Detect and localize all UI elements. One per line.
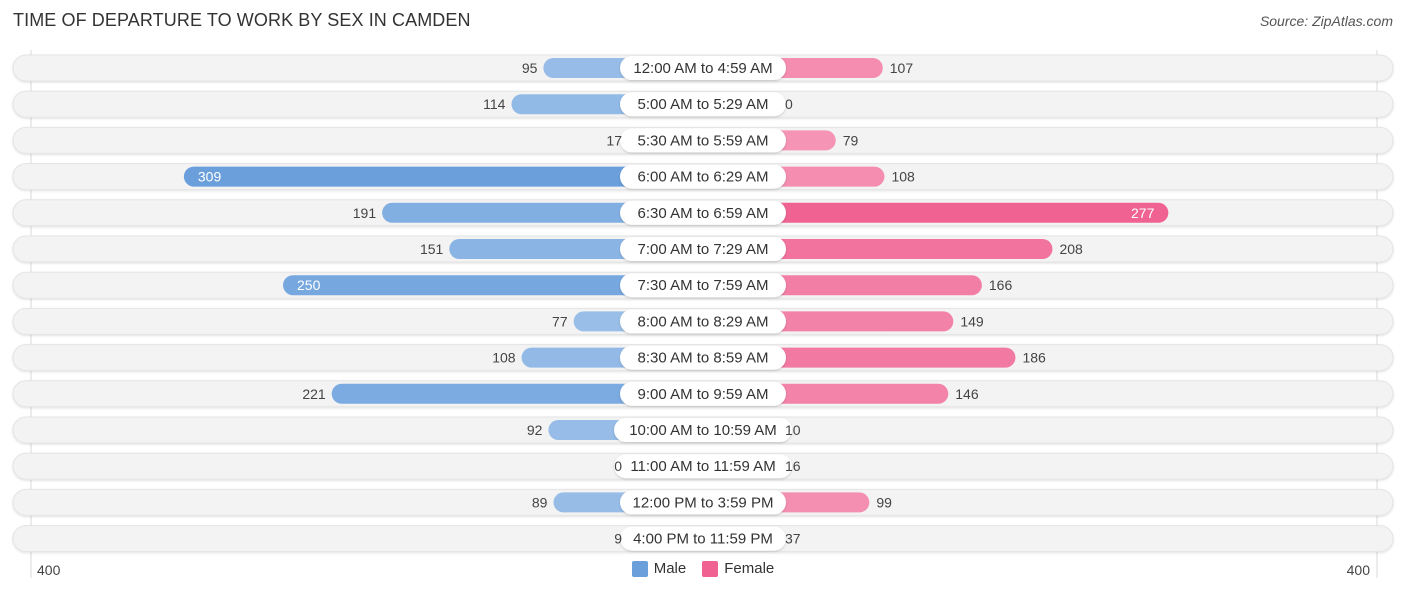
- legend-item-male[interactable]: Male: [631, 560, 687, 577]
- value-label-male: 191: [353, 205, 377, 221]
- chart-row: 12:00 AM to 4:59 AM 95 107: [12, 54, 1394, 82]
- legend-label-female: Female: [724, 560, 775, 577]
- chart-row: 5:00 AM to 5:29 AM 114 0: [12, 90, 1394, 118]
- value-label-male: 9: [614, 531, 622, 547]
- legend-label-male: Male: [653, 560, 687, 577]
- category-label: 4:00 PM to 11:59 PM: [633, 531, 773, 548]
- value-label-female: 186: [1022, 350, 1046, 366]
- category-label: 6:30 AM to 6:59 AM: [638, 205, 769, 222]
- value-label-male: 221: [302, 386, 326, 402]
- value-label-female: 107: [890, 60, 914, 76]
- value-label-male: 309: [198, 169, 222, 185]
- chart-row: 8:30 AM to 8:59 AM 108 186: [12, 344, 1394, 372]
- value-label-male: 89: [532, 494, 548, 510]
- value-label-male: 0: [614, 458, 622, 474]
- category-label: 12:00 AM to 4:59 AM: [633, 60, 772, 77]
- chart-row: 6:00 AM to 6:29 AM 309 108: [12, 163, 1394, 191]
- category-label: 9:00 AM to 9:59 AM: [638, 386, 769, 403]
- chart-canvas: 12:00 AM to 4:59 AM 95 107 5:00 AM to 5:29 …: [12, 50, 1394, 578]
- value-label-male: 95: [522, 60, 538, 76]
- chart-row: 10:00 AM to 10:59 AM 92 10: [12, 416, 1394, 444]
- category-label: 5:00 AM to 5:29 AM: [638, 96, 769, 113]
- value-label-female: 37: [785, 531, 801, 547]
- chart-row: 7:30 AM to 7:59 AM 250 166: [12, 271, 1394, 299]
- category-label: 6:00 AM to 6:29 AM: [638, 169, 769, 186]
- chart-row: 5:30 AM to 5:59 AM 17 79: [12, 126, 1394, 154]
- value-label-male: 108: [492, 350, 516, 366]
- chart-row: 6:30 AM to 6:59 AM 191 277: [12, 199, 1394, 227]
- category-label: 8:00 AM to 8:29 AM: [638, 313, 769, 330]
- value-label-female: 79: [843, 132, 859, 148]
- category-label: 10:00 AM to 10:59 AM: [629, 422, 777, 439]
- value-label-male: 151: [420, 241, 444, 257]
- chart-row: 4:00 PM to 11:59 PM 9 37: [12, 525, 1394, 553]
- chart-row: 12:00 PM to 3:59 PM 89 99: [12, 488, 1394, 516]
- value-label-female: 16: [785, 458, 801, 474]
- value-label-female: 166: [989, 277, 1013, 293]
- value-label-female: 277: [1131, 205, 1155, 221]
- chart-row: 11:00 AM to 11:59 AM 0 16: [12, 452, 1394, 480]
- category-label: 12:00 PM to 3:59 PM: [633, 494, 774, 511]
- category-label: 7:00 AM to 7:29 AM: [638, 241, 769, 258]
- chart-row: 7:00 AM to 7:29 AM 151 208: [12, 235, 1394, 263]
- legend-swatch-male: [631, 560, 648, 577]
- value-label-female: 0: [785, 96, 793, 112]
- legend: Male Female: [0, 560, 1406, 577]
- value-label-female: 99: [876, 494, 892, 510]
- value-label-male: 114: [483, 96, 506, 112]
- value-label-male: 250: [297, 277, 321, 293]
- chart-row: 8:00 AM to 8:29 AM 77 149: [12, 307, 1394, 335]
- value-label-female: 146: [955, 386, 979, 402]
- category-label: 5:30 AM to 5:59 AM: [638, 132, 769, 149]
- value-label-male: 17: [606, 132, 622, 148]
- value-label-female: 208: [1059, 241, 1083, 257]
- chart-row: 9:00 AM to 9:59 AM 221 146: [12, 380, 1394, 408]
- legend-item-female[interactable]: Female: [702, 560, 774, 577]
- value-label-male: 77: [552, 313, 568, 329]
- value-label-female: 149: [960, 313, 984, 329]
- value-label-female: 10: [785, 422, 801, 438]
- category-label: 7:30 AM to 7:59 AM: [638, 277, 769, 294]
- category-label: 11:00 AM to 11:59 AM: [630, 458, 775, 475]
- legend-swatch-female: [702, 560, 719, 577]
- category-label: 8:30 AM to 8:59 AM: [638, 350, 769, 367]
- value-label-female: 108: [891, 169, 915, 185]
- value-label-male: 92: [527, 422, 543, 438]
